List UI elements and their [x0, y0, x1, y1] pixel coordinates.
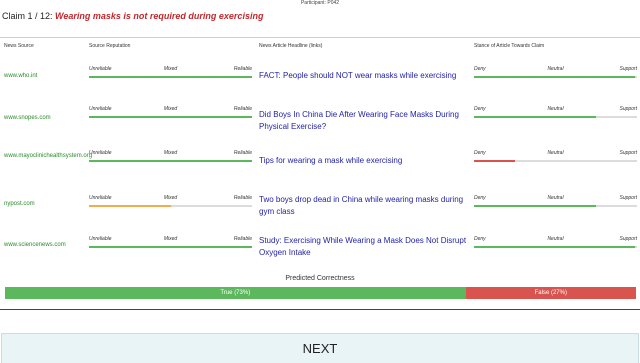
- reputation-scale-label-mid: Mixed: [163, 195, 178, 201]
- reputation-scale-label-right: Reliable: [233, 195, 252, 201]
- reputation-scale-label-right: Reliable: [233, 106, 252, 112]
- stance-scale-label-left: Deny: [474, 106, 486, 112]
- reputation-scale-label-left: Unreliable: [89, 236, 112, 242]
- reputation-scale-label-mid: Mixed: [163, 66, 178, 72]
- stance-scale-fill: [474, 160, 515, 162]
- stance-scale: Deny Neutral Support: [474, 150, 637, 166]
- stance-scale-label-mid: Neutral: [547, 150, 564, 156]
- reputation-scale: Unreliable Mixed Reliable: [89, 106, 252, 122]
- stance-scale: Deny Neutral Support: [474, 236, 637, 252]
- reputation-scale-fill: [89, 205, 171, 207]
- stance-scale-fill: [474, 116, 597, 118]
- reputation-scale-label-right: Reliable: [233, 66, 252, 72]
- predicted-correctness-title: Predicted Correctness: [285, 275, 355, 282]
- divider: [0, 37, 640, 38]
- reputation-scale-fill: [89, 116, 252, 118]
- reputation-scale-label-mid: Mixed: [163, 236, 178, 242]
- stance-scale-fill: [474, 246, 636, 248]
- headline-link[interactable]: Did Boys In China Die After Wearing Face…: [259, 109, 469, 133]
- prediction-false-segment: False (27%): [465, 287, 636, 299]
- stance-scale-track: [474, 205, 637, 207]
- column-header-reputation: Source Reputation: [89, 43, 131, 49]
- stance-scale-label-left: Deny: [474, 150, 486, 156]
- reputation-scale-label-right: Reliable: [233, 236, 252, 242]
- headline-link[interactable]: FACT: People should NOT wear masks while…: [259, 70, 469, 82]
- reputation-scale-label-left: Unreliable: [89, 106, 112, 112]
- stance-scale-label-mid: Neutral: [547, 195, 564, 201]
- stance-scale-label-right: Support: [619, 195, 637, 201]
- stance-scale-track: [474, 116, 637, 118]
- claim-text: Wearing masks is not required during exe…: [55, 11, 264, 21]
- stance-scale-label-right: Support: [619, 106, 637, 112]
- reputation-scale-label-mid: Mixed: [163, 150, 178, 156]
- reputation-scale: Unreliable Mixed Reliable: [89, 66, 252, 82]
- reputation-scale-label-right: Reliable: [233, 150, 252, 156]
- next-button[interactable]: NEXT: [1, 333, 639, 363]
- stance-scale-track: [474, 76, 637, 78]
- news-source: www.sciencenews.com: [4, 242, 66, 248]
- stance-scale-label-right: Support: [619, 150, 637, 156]
- reputation-scale: Unreliable Mixed Reliable: [89, 195, 252, 211]
- column-header-stance: Stance of Article Towards Claim: [474, 43, 545, 49]
- reputation-scale-fill: [89, 76, 252, 78]
- reputation-scale-label-left: Unreliable: [89, 150, 112, 156]
- reputation-scale: Unreliable Mixed Reliable: [89, 236, 252, 252]
- stance-scale-track: [474, 246, 637, 248]
- news-source: www.snopes.com: [4, 115, 51, 121]
- stance-scale: Deny Neutral Support: [474, 106, 637, 122]
- stance-scale-label-left: Deny: [474, 66, 486, 72]
- stance-scale: Deny Neutral Support: [474, 195, 637, 211]
- stance-scale-label-mid: Neutral: [547, 106, 564, 112]
- reputation-scale-label-mid: Mixed: [163, 106, 178, 112]
- reputation-scale-label-left: Unreliable: [89, 195, 112, 201]
- participant-id: Participant: P042: [300, 0, 340, 6]
- column-header-headline: News Article Headline (links): [259, 43, 323, 49]
- reputation-scale-track: [89, 246, 252, 248]
- stance-scale-track: [474, 160, 637, 162]
- claim-header: Claim 1 / 12: Wearing masks is not requi…: [2, 11, 263, 21]
- headline-link[interactable]: Two boys drop dead in China while wearin…: [259, 194, 469, 218]
- stance-scale-label-mid: Neutral: [547, 66, 564, 72]
- reputation-scale-track: [89, 205, 252, 207]
- reputation-scale-fill: [89, 160, 252, 162]
- news-source: www.mayoclinichealthsystem.org: [4, 153, 93, 159]
- news-source: www.who.int: [4, 73, 38, 79]
- reputation-scale-label-left: Unreliable: [89, 66, 112, 72]
- stance-scale-label-left: Deny: [474, 236, 486, 242]
- reputation-scale-track: [89, 160, 252, 162]
- reputation-scale-track: [89, 116, 252, 118]
- divider: [0, 309, 640, 310]
- stance-scale-label-right: Support: [619, 236, 637, 242]
- news-source: nypost.com: [4, 201, 35, 207]
- headline-link[interactable]: Study: Exercising While Wearing a Mask D…: [259, 235, 469, 259]
- stance-scale-label-left: Deny: [474, 195, 486, 201]
- claim-counter: Claim 1 / 12:: [2, 11, 53, 21]
- headline-link[interactable]: Tips for wearing a mask while exercising: [259, 155, 469, 167]
- stance-scale-fill: [474, 205, 597, 207]
- reputation-scale: Unreliable Mixed Reliable: [89, 150, 252, 166]
- stance-scale-label-mid: Neutral: [547, 236, 564, 242]
- predicted-correctness-bar: True (73%) False (27%): [5, 287, 636, 299]
- stance-scale-label-right: Support: [619, 66, 637, 72]
- column-header-source: News Source: [4, 43, 34, 49]
- reputation-scale-fill: [89, 246, 252, 248]
- prediction-true-segment: True (73%): [5, 287, 466, 299]
- stance-scale-fill: [474, 76, 636, 78]
- stance-scale: Deny Neutral Support: [474, 66, 637, 82]
- reputation-scale-track: [89, 76, 252, 78]
